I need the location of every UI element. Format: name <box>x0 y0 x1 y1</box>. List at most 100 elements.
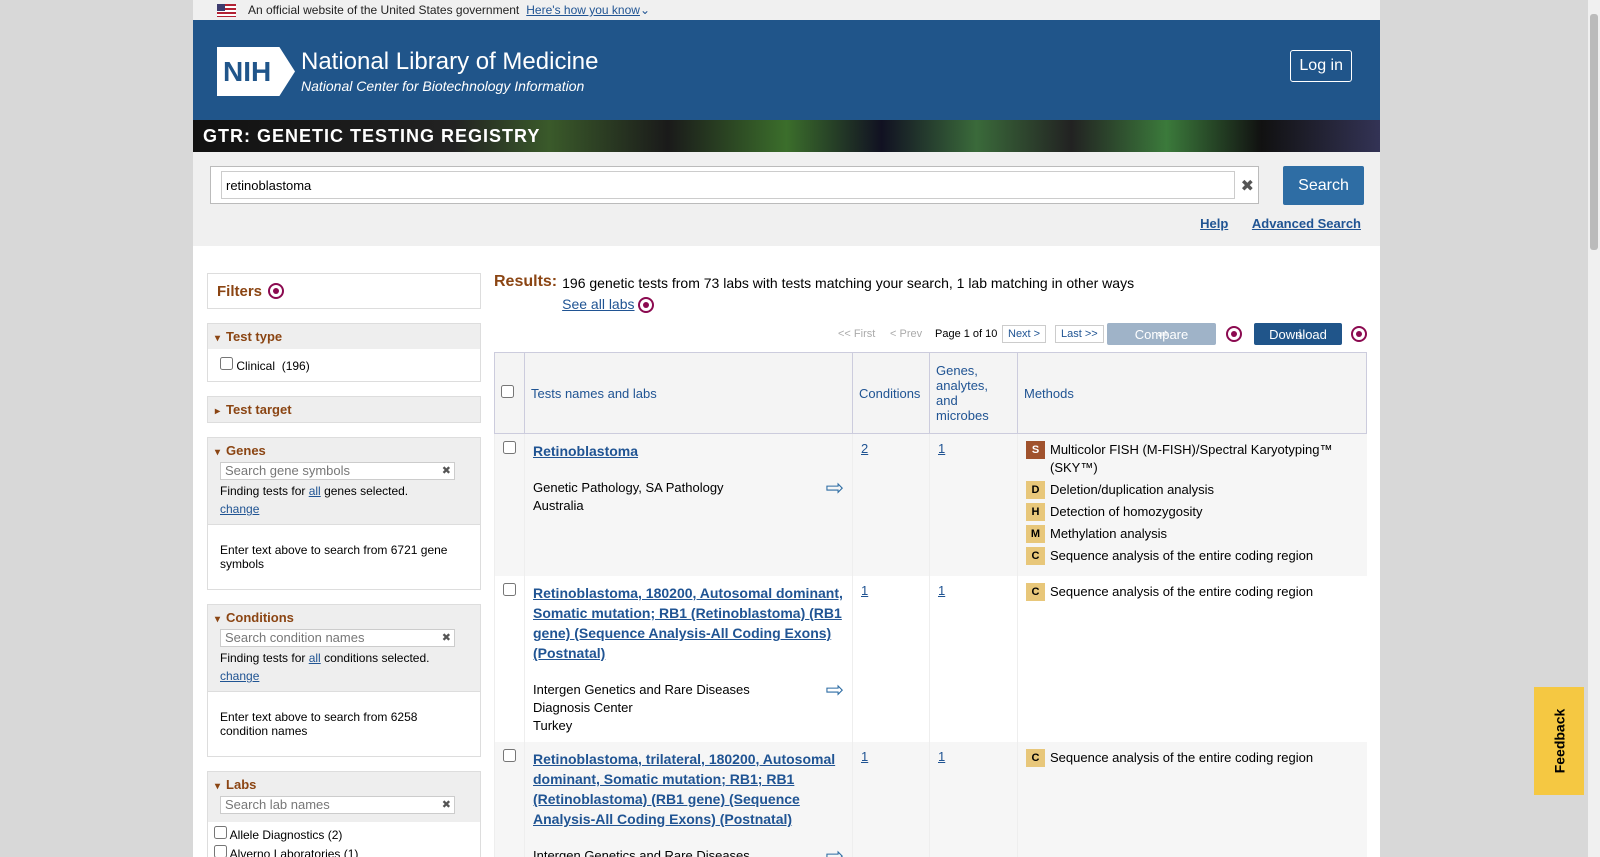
scrollbar-thumb[interactable] <box>1590 14 1598 250</box>
lab-checkbox[interactable] <box>214 845 227 857</box>
condition-search-input[interactable]: Search condition names ✖ <box>220 629 455 647</box>
help-ring-icon[interactable] <box>1351 326 1367 342</box>
download-button[interactable]: Download ⤓ <box>1254 323 1342 345</box>
col-conditions[interactable]: Conditions <box>852 352 930 434</box>
feedback-button[interactable]: Feedback <box>1534 687 1584 795</box>
gov-banner: An official website of the United States… <box>193 0 1380 20</box>
method-badge: H <box>1026 503 1045 521</box>
last-page-link[interactable]: Last >> <box>1055 325 1104 343</box>
clear-condition-icon[interactable]: ✖ <box>442 631 451 644</box>
col-methods[interactable]: Methods <box>1017 352 1367 434</box>
compare-arrows-icon[interactable]: ⇨ <box>826 845 844 857</box>
conditions-toggle[interactable]: Conditions <box>208 605 480 627</box>
compare-button[interactable]: Compare ⇌ <box>1107 323 1216 345</box>
row-checkbox[interactable] <box>503 749 516 762</box>
lab-name: Genetic Pathology, SA Pathology <box>533 480 724 495</box>
method-badge: C <box>1026 749 1045 767</box>
search-input[interactable] <box>221 171 1235 199</box>
gtr-banner[interactable]: GTR: GENETIC TESTING REGISTRY <box>193 120 1380 152</box>
conditions-change-link[interactable]: change <box>220 669 468 683</box>
first-page-link[interactable]: << First <box>838 328 875 340</box>
clear-search-icon[interactable]: ✖ <box>1241 176 1254 196</box>
col-tests[interactable]: Tests names and labs <box>524 352 853 434</box>
next-page-link[interactable]: Next > <box>1002 325 1047 343</box>
test-type-toggle[interactable]: Test type <box>208 324 480 349</box>
page-scrollbar[interactable] <box>1588 0 1600 857</box>
lab-item-label: Alverno Laboratories (1) <box>229 847 359 857</box>
test-name-link[interactable]: Retinoblastoma, 180200, Autosomal domina… <box>533 585 843 661</box>
site-title[interactable]: National Library of Medicine <box>301 48 598 76</box>
results-text: 196 genetic tests from 73 labs with test… <box>562 275 1135 291</box>
compare-arrows-icon[interactable]: ⇨ <box>826 477 844 515</box>
lab-search-placeholder: Search lab names <box>225 797 330 812</box>
test-name-link[interactable]: Retinoblastoma <box>533 443 638 459</box>
col-genes[interactable]: Genes, analytes, and microbes <box>929 352 1018 434</box>
lab-info: Intergen Genetics and Rare Diseases ⇨ <box>533 845 844 857</box>
lab-country: Australia <box>533 498 584 513</box>
condition-search-placeholder: Search condition names <box>225 630 365 645</box>
genes-selected-text: genes selected. <box>324 484 409 498</box>
compare-icon: ⇌ <box>1157 326 1169 341</box>
conditions-count-link[interactable]: 1 <box>861 583 868 598</box>
advanced-search-link[interactable]: Advanced Search <box>1252 216 1361 231</box>
method-badge: M <box>1026 525 1045 543</box>
conditions-count-link[interactable]: 2 <box>861 441 868 456</box>
method-text: Methylation analysis <box>1050 526 1168 541</box>
table-row: Retinoblastoma Genetic Pathology, SA Pat… <box>494 433 1367 576</box>
compare-arrows-icon[interactable]: ⇨ <box>826 679 844 735</box>
row-checkbox[interactable] <box>503 583 516 596</box>
clinical-checkbox[interactable] <box>220 357 233 370</box>
conditions-count-link[interactable]: 1 <box>861 749 868 764</box>
pager: << First < Prev Page 1 of 10 Next > Last… <box>494 323 1367 347</box>
genes-change-link[interactable]: change <box>220 502 468 516</box>
test-name-link[interactable]: Retinoblastoma, trilateral, 180200, Auto… <box>533 751 835 827</box>
lab-search-input[interactable]: Search lab names ✖ <box>220 796 455 814</box>
login-button[interactable]: Log in <box>1290 50 1352 82</box>
nlm-title-block: National Library of Medicine National Ce… <box>301 48 598 94</box>
conditions-body: Search condition names ✖ Finding tests fo… <box>208 627 480 691</box>
genes-toggle[interactable]: Genes <box>208 438 480 460</box>
table-header-row: Tests names and labs Conditions Genes, a… <box>494 352 1367 434</box>
test-target-toggle[interactable]: Test target <box>208 397 480 422</box>
labs-section: Labs Search lab names ✖ Allele Diagnostic… <box>207 771 481 857</box>
see-all-labs-link[interactable]: See all labs <box>562 296 634 312</box>
select-all-checkbox[interactable] <box>501 385 514 398</box>
page: An official website of the United States… <box>193 0 1380 857</box>
help-link[interactable]: Help <box>1200 216 1228 231</box>
results-table: Tests names and labs Conditions Genes, a… <box>494 352 1367 857</box>
clinical-label: Clinical <box>236 359 276 373</box>
conditions-all-link[interactable]: all <box>309 651 321 665</box>
prev-page-link[interactable]: < Prev <box>890 328 922 340</box>
gene-search-placeholder: Search gene symbols <box>225 463 351 478</box>
conditions-finding-text: Finding tests for <box>220 651 306 665</box>
filters-header: Filters <box>207 273 481 309</box>
clear-gene-icon[interactable]: ✖ <box>442 464 451 477</box>
lab-name: Intergen Genetics and Rare Diseases Diag… <box>533 682 750 715</box>
test-type-section: Test type Clinical (196) <box>207 323 481 382</box>
lab-info: Genetic Pathology, SA Pathology Australia… <box>533 477 844 515</box>
method-badge: S <box>1026 441 1045 459</box>
search-box: ✖ <box>210 166 1259 204</box>
genes-count-link[interactable]: 1 <box>938 583 945 598</box>
labs-list: Allele Diagnostics (2) Alverno Laborator… <box>208 822 480 857</box>
genes-all-link[interactable]: all <box>309 484 321 498</box>
how-you-know-link[interactable]: Here's how you know <box>526 3 640 17</box>
row-checkbox[interactable] <box>503 441 516 454</box>
method-badge: C <box>1026 547 1045 565</box>
results-label: Results: <box>494 273 558 290</box>
help-ring-icon[interactable] <box>268 283 285 299</box>
gene-search-input[interactable]: Search gene symbols ✖ <box>220 462 455 480</box>
genes-count-link[interactable]: 1 <box>938 749 945 764</box>
nih-logo[interactable]: NIH <box>217 47 295 96</box>
labs-toggle[interactable]: Labs <box>208 772 480 794</box>
search-button[interactable]: Search <box>1283 166 1364 205</box>
lab-checkbox[interactable] <box>214 826 227 839</box>
help-ring-icon[interactable] <box>1226 326 1242 342</box>
genes-count-link[interactable]: 1 <box>938 441 945 456</box>
help-ring-icon[interactable] <box>638 297 655 314</box>
clear-lab-icon[interactable]: ✖ <box>442 798 451 811</box>
search-links: Help Advanced Search <box>1180 216 1361 231</box>
genes-hint: Enter text above to search from 6721 gen… <box>208 524 480 589</box>
search-bar: ✖ Search Help Advanced Search <box>193 152 1380 246</box>
lab-info: Intergen Genetics and Rare Diseases Diag… <box>533 679 844 735</box>
